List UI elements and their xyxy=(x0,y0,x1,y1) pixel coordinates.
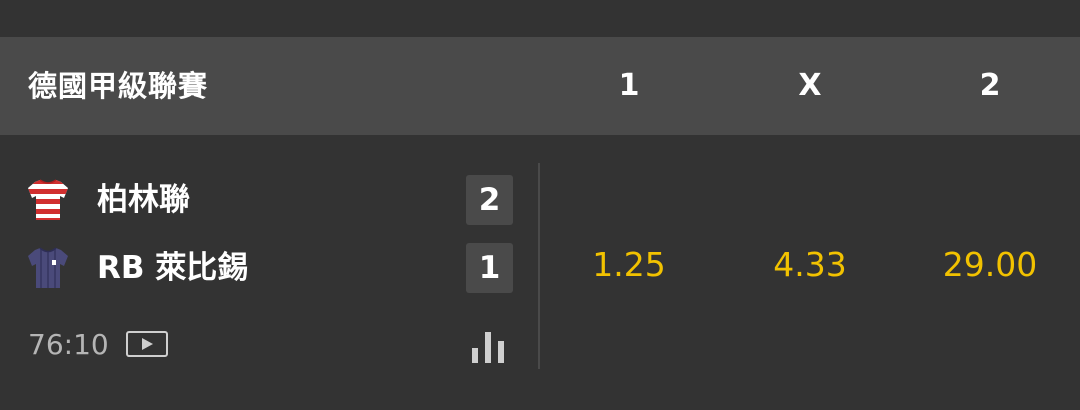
play-triangle-icon xyxy=(142,338,153,350)
home-team-row: 柏林聯 2 xyxy=(0,170,530,230)
top-strip xyxy=(0,0,1080,37)
away-team-name: RB 萊比錫 xyxy=(97,250,249,286)
play-video-icon[interactable] xyxy=(126,331,168,357)
column-divider xyxy=(538,163,540,369)
home-score: 2 xyxy=(466,175,513,225)
odds-draw-button[interactable]: 4.33 xyxy=(730,240,890,290)
match-time: 76:10 xyxy=(28,328,109,361)
column-header-home-win: 1 xyxy=(618,68,640,103)
league-header: 德國甲級聯賽 1 X 2 xyxy=(0,37,1080,135)
navy-jersey-icon xyxy=(28,247,68,288)
column-header-away-win: 2 xyxy=(979,68,1001,103)
odds-away-button[interactable]: 29.00 xyxy=(910,240,1070,290)
away-score: 1 xyxy=(466,243,513,293)
odds-home-button[interactable]: 1.25 xyxy=(549,240,709,290)
bar-chart-icon[interactable] xyxy=(470,327,508,363)
league-title: 德國甲級聯賽 xyxy=(28,69,209,103)
column-header-draw: X xyxy=(798,68,822,103)
red-white-striped-jersey-icon xyxy=(28,179,68,220)
away-team-row: RB 萊比錫 1 xyxy=(0,238,530,298)
home-team-name: 柏林聯 xyxy=(97,182,190,218)
match-row[interactable]: 柏林聯 2 RB 萊比錫 1 76:10 1.25 4.33 29.00 xyxy=(0,135,1080,410)
